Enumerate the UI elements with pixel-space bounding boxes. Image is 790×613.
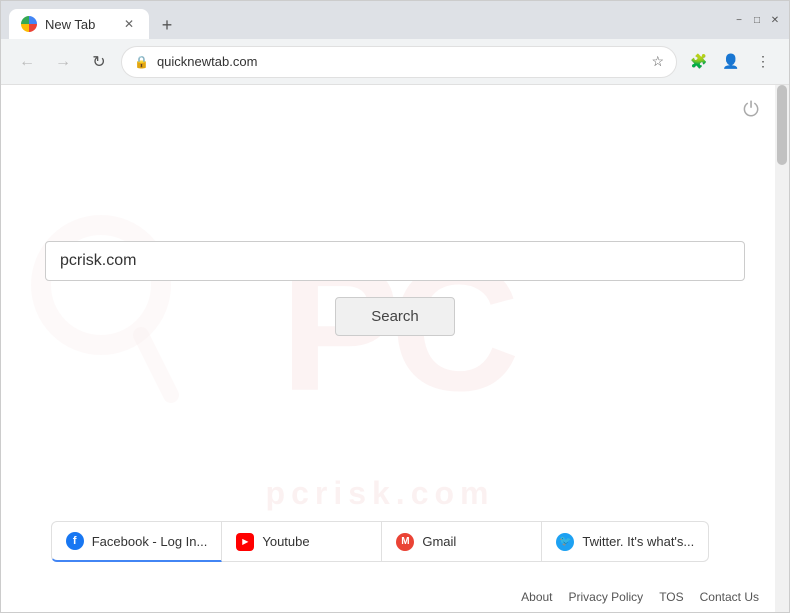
title-bar: New Tab ✕ + − □ ✕	[1, 1, 789, 39]
search-input[interactable]	[45, 241, 745, 281]
nav-actions: 🧩 👤 ⋮	[685, 48, 777, 76]
minimize-button[interactable]: −	[733, 14, 745, 26]
active-tab[interactable]: New Tab ✕	[9, 9, 149, 39]
window-controls: − □ ✕	[733, 14, 781, 26]
page-content: ⏻ PC pcrisk.com Search f Facebook - Log …	[1, 85, 789, 612]
back-button[interactable]: ←	[13, 48, 41, 76]
extensions-icon[interactable]: 🧩	[685, 48, 713, 76]
tab-favicon	[21, 16, 37, 32]
nav-bar: ← → ↻ 🔒 quicknewtab.com ☆ 🧩 👤 ⋮	[1, 39, 789, 85]
bookmark-icon[interactable]: ☆	[651, 53, 664, 70]
browser-window: New Tab ✕ + − □ ✕ ← → ↻ 🔒 quicknewtab.co…	[0, 0, 790, 613]
new-tab-button[interactable]: +	[153, 11, 181, 39]
lock-icon: 🔒	[134, 55, 149, 69]
search-container: Search	[45, 241, 745, 336]
main-area: Search	[1, 85, 789, 612]
close-button[interactable]: ✕	[769, 14, 781, 26]
maximize-button[interactable]: □	[751, 14, 763, 26]
tab-close-button[interactable]: ✕	[121, 16, 137, 32]
tab-title: New Tab	[45, 17, 95, 32]
search-button[interactable]: Search	[335, 297, 455, 336]
address-bar[interactable]: 🔒 quicknewtab.com ☆	[121, 46, 677, 78]
menu-icon[interactable]: ⋮	[749, 48, 777, 76]
tab-bar: New Tab ✕ +	[9, 1, 717, 39]
reload-button[interactable]: ↻	[85, 48, 113, 76]
url-text: quicknewtab.com	[157, 54, 643, 69]
profile-icon[interactable]: 👤	[717, 48, 745, 76]
forward-button[interactable]: →	[49, 48, 77, 76]
